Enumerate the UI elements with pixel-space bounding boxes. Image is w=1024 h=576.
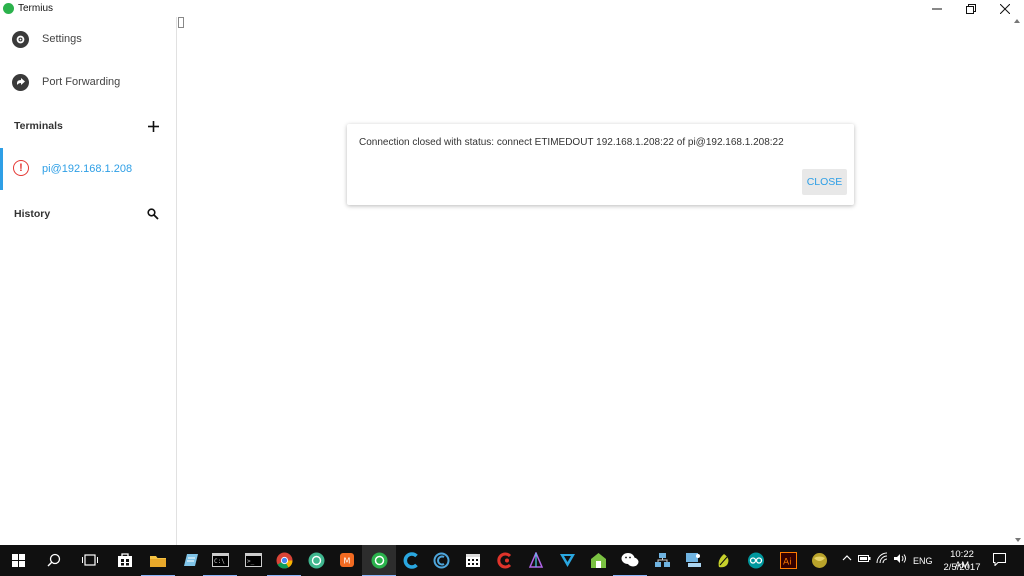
history-search-button[interactable] <box>145 206 161 222</box>
battery-icon[interactable] <box>858 554 871 566</box>
network-icon[interactable] <box>653 551 671 569</box>
section-title: Terminals <box>14 120 63 132</box>
sidebar-item-label: Settings <box>42 33 82 45</box>
app-icon[interactable] <box>527 551 545 569</box>
app-icon[interactable] <box>432 551 450 569</box>
svg-text:>_: >_ <box>247 558 255 565</box>
search-icon[interactable] <box>45 551 63 569</box>
taskbar: C:\ >_ M Ai ENG 10:22 AM 2/5/2017 <box>0 545 1024 576</box>
app-icon[interactable] <box>715 551 733 569</box>
minimize-button[interactable] <box>920 0 954 17</box>
termius-logo-icon <box>3 3 14 14</box>
error-icon: ! <box>13 160 29 176</box>
title-bar: Termius <box>0 0 1024 17</box>
search-icon <box>147 208 159 220</box>
svg-text:Ai: Ai <box>783 557 792 567</box>
scrollbar[interactable] <box>1012 17 1024 545</box>
app-icon[interactable] <box>558 551 576 569</box>
close-button[interactable]: CLOSE <box>802 169 847 195</box>
notepad-icon[interactable] <box>182 551 200 569</box>
scroll-up-arrow-icon[interactable] <box>1014 19 1020 23</box>
task-view-icon[interactable] <box>81 551 99 569</box>
app-icon[interactable] <box>496 551 514 569</box>
restore-icon <box>966 3 976 14</box>
plus-icon <box>147 120 159 132</box>
sidebar-item-settings[interactable]: Settings <box>0 19 176 59</box>
history-section-header: History <box>0 202 176 226</box>
svg-text:M: M <box>344 557 351 566</box>
sidebar-item-label: Port Forwarding <box>42 76 121 88</box>
chevron-up-icon[interactable] <box>842 553 852 565</box>
sidebar-collapse-handle[interactable] <box>178 17 184 28</box>
sidebar: Settings Port Forwarding Terminals ! pi@… <box>0 17 177 545</box>
gear-icon <box>12 30 29 48</box>
app-icon[interactable] <box>589 551 607 569</box>
calendar-icon[interactable] <box>464 551 482 569</box>
arduino-icon[interactable] <box>747 551 765 569</box>
volume-icon[interactable] <box>893 553 907 567</box>
language-indicator[interactable]: ENG <box>913 556 933 566</box>
dialog-message: Connection closed with status: connect E… <box>359 137 784 148</box>
terminals-section-header: Terminals <box>0 114 176 138</box>
action-center-icon[interactable] <box>993 553 1006 569</box>
window-title: Termius <box>18 3 54 14</box>
chrome-icon[interactable] <box>267 551 301 576</box>
start-icon[interactable] <box>9 551 27 569</box>
app-icon[interactable] <box>684 551 702 569</box>
close-window-button[interactable] <box>988 0 1022 17</box>
restore-button[interactable] <box>954 0 988 17</box>
terminal-icon[interactable]: >_ <box>244 551 262 569</box>
termius-icon[interactable] <box>362 551 396 576</box>
store-icon[interactable] <box>116 551 134 569</box>
app-icon[interactable] <box>402 551 420 569</box>
section-title: History <box>14 208 51 220</box>
file-explorer-icon[interactable] <box>141 551 175 576</box>
close-icon <box>1000 3 1010 14</box>
connection-closed-dialog: Connection closed with status: connect E… <box>347 124 854 205</box>
forward-arrow-icon <box>12 73 29 91</box>
wifi-icon[interactable] <box>876 552 889 567</box>
app-icon[interactable] <box>810 551 828 569</box>
scroll-down-arrow-icon[interactable] <box>1015 538 1021 542</box>
terminal-icon[interactable]: C:\ <box>203 551 237 576</box>
svg-text:C:\: C:\ <box>214 558 225 565</box>
add-terminal-button[interactable] <box>145 118 161 134</box>
app-icon[interactable] <box>307 551 325 569</box>
app-icon[interactable]: M <box>338 551 356 569</box>
illustrator-icon[interactable]: Ai <box>779 551 797 569</box>
sidebar-item-port-forwarding[interactable]: Port Forwarding <box>0 62 176 102</box>
clock-date[interactable]: 2/5/2017 <box>942 562 982 573</box>
terminal-item[interactable]: ! pi@192.168.1.208 <box>0 148 176 190</box>
terminal-item-label: pi@192.168.1.208 <box>42 163 133 175</box>
wechat-icon[interactable] <box>613 551 647 576</box>
minimize-icon <box>932 8 942 9</box>
